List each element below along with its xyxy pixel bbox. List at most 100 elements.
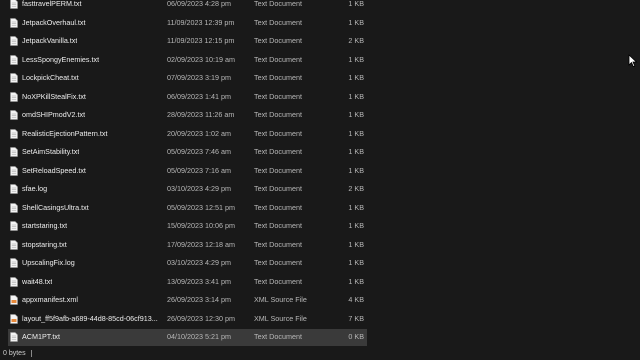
file-name: startstaring.txt	[22, 221, 68, 230]
file-size: 1 KB	[348, 202, 364, 212]
file-name: JetpackOverhaul.txt	[22, 17, 86, 27]
file-size: 1 KB	[348, 165, 364, 175]
file-size: 2 KB	[348, 184, 364, 193]
file-type: Text Document	[254, 221, 302, 230]
file-size: 1 KB	[348, 276, 364, 286]
text-file-icon	[10, 332, 18, 342]
file-size: 7 KB	[348, 313, 364, 323]
file-name: LessSpongyEnemies.txt	[22, 54, 100, 64]
file-row[interactable]: SetAimStability.txt 05/09/2023 7:46 am Tex…	[0, 143, 640, 162]
file-size: 1 KB	[348, 221, 364, 230]
file-date-modified: 03/10/2023 4:29 pm	[167, 184, 231, 193]
file-size: 4 KB	[348, 295, 364, 304]
text-file-icon	[10, 54, 18, 65]
file-date-modified: 26/09/2023 12:30 pm	[167, 313, 235, 323]
file-date-modified: 17/09/2023 12:18 am	[167, 239, 235, 249]
file-row[interactable]: RealisticEjectionPattern.txt 20/09/2023 1…	[0, 125, 640, 144]
file-size: 0 KB	[348, 332, 364, 341]
file-name: layout_ff5f9afb-a689-44d8-85cd-06cf913..…	[22, 313, 158, 323]
file-name: SetReloadSpeed.txt	[22, 165, 86, 175]
file-date-modified: 05/09/2023 12:51 pm	[167, 202, 235, 212]
file-row[interactable]: NoXPKillStealFix.txt 06/09/2023 1:41 pm Te…	[0, 88, 640, 107]
file-date-modified: 04/10/2023 5:21 pm	[167, 332, 231, 341]
file-row[interactable]: LessSpongyEnemies.txt 02/09/2023 10:19 am…	[0, 51, 640, 70]
file-row[interactable]: sfae.log 03/10/2023 4:29 pm Text Document 2…	[0, 180, 640, 199]
file-type: Text Document	[254, 36, 302, 45]
file-row[interactable]: LockpickCheat.txt 07/09/2023 3:19 pm Text …	[0, 69, 640, 88]
file-name: RealisticEjectionPattern.txt	[22, 128, 108, 138]
file-row[interactable]: stopstaring.txt 17/09/2023 12:18 am Text D…	[0, 236, 640, 255]
file-row[interactable]: ShellCasingsUltra.txt 05/09/2023 12:51 pm…	[0, 199, 640, 218]
text-file-icon	[10, 110, 18, 120]
file-name: UpscalingFix.log	[22, 258, 75, 267]
file-date-modified: 02/09/2023 10:19 am	[167, 54, 235, 64]
file-row[interactable]: JetpackVanilla.txt 11/09/2023 12:15 pm Tex…	[0, 32, 640, 51]
file-size: 1 KB	[348, 73, 364, 82]
xml-file-icon	[10, 295, 18, 305]
file-row[interactable]: layout_ff5f9afb-a689-44d8-85cd-06cf913..…	[0, 310, 640, 329]
file-type: Text Document	[254, 258, 302, 267]
text-file-icon	[10, 202, 18, 213]
file-row[interactable]: SetReloadSpeed.txt 05/09/2023 7:16 am Text…	[0, 162, 640, 181]
file-size: 1 KB	[348, 147, 364, 156]
text-file-icon	[10, 239, 18, 250]
file-name: omdSHIPmodV2.txt	[22, 110, 86, 119]
file-name: appxmanifest.xml	[22, 295, 78, 304]
text-file-icon	[10, 184, 18, 194]
file-row[interactable]: startstaring.txt 15/09/2023 10:06 pm Text …	[0, 217, 640, 236]
file-name: sfae.log	[22, 184, 48, 193]
file-name: NoXPKillStealFix.txt	[22, 91, 86, 101]
file-size: 2 KB	[348, 36, 364, 45]
text-file-icon	[10, 165, 18, 176]
file-type: Text Document	[254, 239, 302, 249]
text-file-icon	[10, 36, 18, 46]
file-row[interactable]: ACM1PT.txt 04/10/2023 5:21 pm Text Documen…	[0, 328, 640, 347]
file-list: fasttravelPERM.txt 06/09/2023 4:28 pm Text…	[0, 0, 640, 347]
file-type: Text Document	[254, 17, 302, 27]
file-row[interactable]: UpscalingFix.log 03/10/2023 4:29 pm Text D…	[0, 254, 640, 273]
text-file-icon	[10, 17, 18, 28]
file-row[interactable]: JetpackOverhaul.txt 11/09/2023 12:39 pm Te…	[0, 14, 640, 33]
file-name: fasttravelPERM.txt	[22, 0, 82, 8]
file-type: Text Document	[254, 276, 302, 286]
file-type: Text Document	[254, 202, 302, 212]
file-date-modified: 11/09/2023 12:39 pm	[167, 17, 235, 27]
file-type: Text Document	[254, 128, 302, 138]
file-date-modified: 13/09/2023 3:41 pm	[167, 276, 231, 286]
file-date-modified: 05/09/2023 7:46 am	[167, 147, 231, 156]
file-date-modified: 28/09/2023 11:26 am	[167, 110, 235, 119]
text-file-icon	[10, 128, 18, 139]
file-name: ACM1PT.txt	[22, 332, 60, 341]
file-row[interactable]: fasttravelPERM.txt 06/09/2023 4:28 pm Text…	[0, 0, 640, 14]
file-type: Text Document	[254, 0, 302, 8]
mouse-pointer-icon	[628, 54, 638, 68]
status-bar: 0 bytes	[0, 347, 640, 360]
file-row[interactable]: omdSHIPmodV2.txt 28/09/2023 11:26 am Text …	[0, 106, 640, 125]
file-date-modified: 11/09/2023 12:15 pm	[167, 36, 235, 45]
file-size: 1 KB	[348, 0, 364, 8]
file-size: 1 KB	[348, 128, 364, 138]
status-separator	[31, 350, 32, 357]
file-row[interactable]: appxmanifest.xml 26/09/2023 3:14 pm XML So…	[0, 291, 640, 310]
text-file-icon	[10, 221, 18, 231]
file-type: Text Document	[254, 54, 302, 64]
text-file-icon	[10, 147, 18, 157]
file-size: 1 KB	[348, 54, 364, 64]
file-type: Text Document	[254, 165, 302, 175]
file-type: Text Document	[254, 332, 302, 341]
file-date-modified: 07/09/2023 3:19 pm	[167, 73, 231, 82]
file-date-modified: 20/09/2023 1:02 am	[167, 128, 231, 138]
text-file-icon	[10, 258, 18, 268]
text-file-icon	[10, 91, 18, 102]
file-name: SetAimStability.txt	[22, 147, 80, 156]
text-file-icon	[10, 0, 18, 9]
file-row[interactable]: wait48.txt 13/09/2023 3:41 pm Text Documen…	[0, 273, 640, 292]
text-file-icon	[10, 276, 18, 287]
file-type: Text Document	[254, 184, 302, 193]
file-size: 1 KB	[348, 258, 364, 267]
file-size: 1 KB	[348, 110, 364, 119]
file-size: 1 KB	[348, 91, 364, 101]
file-name: wait48.txt	[22, 276, 53, 286]
file-name: JetpackVanilla.txt	[22, 36, 78, 45]
file-size: 1 KB	[348, 17, 364, 27]
